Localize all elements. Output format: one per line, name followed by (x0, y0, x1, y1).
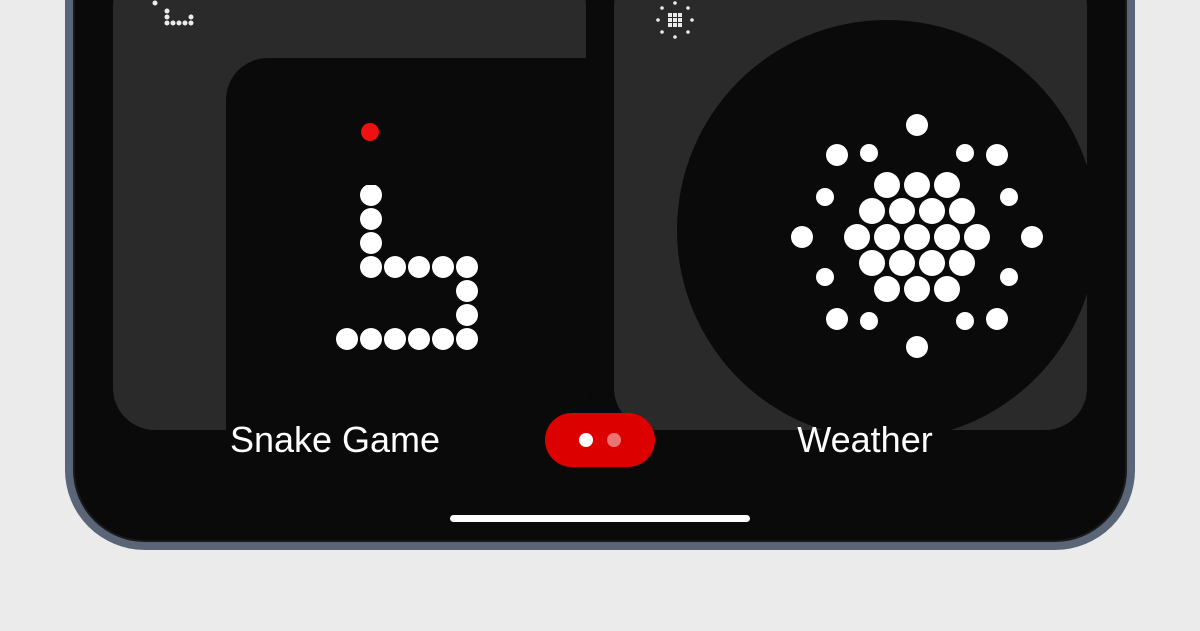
labels-row: Snake Game Weather (73, 413, 1127, 467)
sun-mini-icon (646, 0, 706, 53)
tiles-container (73, 0, 1127, 430)
tile-snake-game[interactable] (113, 0, 586, 430)
snake-food-dot (361, 123, 379, 141)
snake-body (336, 185, 586, 390)
page-dot-1[interactable] (607, 433, 621, 447)
tile-label-left: Snake Game (125, 419, 545, 461)
sun-icon (737, 65, 1057, 370)
weather-preview (677, 20, 1087, 430)
snake-mini-icon (145, 0, 205, 53)
tile-weather[interactable] (614, 0, 1087, 430)
page-indicator[interactable] (545, 413, 655, 467)
tile-label-right: Weather (655, 419, 1075, 461)
snake-preview (226, 58, 586, 430)
home-indicator[interactable] (450, 515, 750, 522)
phone-frame: Snake Game Weather (65, 0, 1135, 550)
page-dot-0[interactable] (579, 433, 593, 447)
